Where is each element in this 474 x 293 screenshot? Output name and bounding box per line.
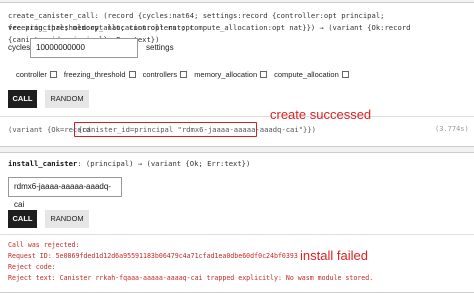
result-highlight-box xyxy=(74,122,257,137)
controller-checkbox[interactable] xyxy=(49,71,57,78)
cycles-input[interactable]: 10000000000 xyxy=(30,38,138,58)
random-button[interactable]: RANDOM xyxy=(45,210,89,228)
random-button[interactable]: RANDOM xyxy=(45,90,89,108)
cycles-label: cycles xyxy=(8,43,31,52)
controllers-label: controllers xyxy=(142,70,178,79)
method-name: install_canister xyxy=(8,159,78,168)
controllers-checkbox[interactable] xyxy=(180,71,188,78)
memory-allocation-label: memory_allocation xyxy=(194,70,258,79)
elapsed-time: (3.774s) xyxy=(435,125,469,133)
call-button[interactable]: CALL xyxy=(8,90,37,108)
compute-allocation-option: compute_allocation xyxy=(274,70,349,79)
freezing-threshold-label: freezing_threshold xyxy=(63,70,126,79)
compute-allocation-checkbox[interactable] xyxy=(341,71,349,78)
call-button[interactable]: CALL xyxy=(8,210,37,228)
freezing-threshold-option: freezing_threshold xyxy=(64,70,136,79)
memory-allocation-option: memory_allocation xyxy=(194,70,268,79)
memory-allocation-checkbox[interactable] xyxy=(260,71,268,78)
method-type: : (principal) → (variant {Ok; Err:text}) xyxy=(77,159,251,168)
controller-label: controller xyxy=(16,70,47,79)
settings-checkboxes: controller freezing_threshold controller… xyxy=(16,70,356,79)
compute-allocation-label: compute_allocation xyxy=(274,70,339,79)
freezing-threshold-checkbox[interactable] xyxy=(128,71,136,78)
error-reject-text: Reject text: Canister rrkah-fqaaa-aaaaa-… xyxy=(8,274,374,282)
method-signature: install_canister: (principal) → (variant… xyxy=(8,158,250,170)
divider xyxy=(0,234,474,235)
controllers-option: controllers xyxy=(143,70,188,79)
settings-label: settings xyxy=(146,43,174,52)
divider xyxy=(0,116,474,117)
annotation-install-failed: install failed xyxy=(300,248,368,263)
controller-option: controller xyxy=(16,70,57,79)
install-canister-card: install_canister: (principal) → (variant… xyxy=(0,152,474,293)
principal-input[interactable]: rdmx6-jaaaa-aaaaa-aaadq-cai xyxy=(8,177,122,209)
annotation-create-successed: create successed xyxy=(270,107,372,122)
error-request-id: Request ID: 5e0869fded1d12d6a95591183b06… xyxy=(8,252,298,260)
create-canister-card: create_canister_call: (record {cycles:na… xyxy=(0,2,474,147)
error-reject-code: Reject code: xyxy=(8,263,56,271)
error-heading: Call was rejected: xyxy=(8,241,80,249)
